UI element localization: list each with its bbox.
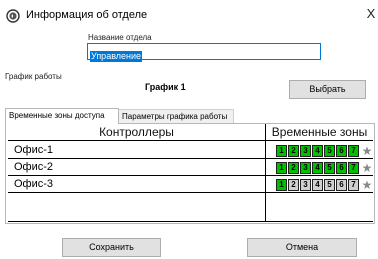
time-zone-toggle[interactable]: 7 [348, 161, 359, 174]
time-zone-toggle[interactable]: 2 [288, 161, 299, 174]
time-zone-toggle[interactable]: 1 [276, 144, 287, 157]
time-zone-toggle[interactable]: 6 [336, 161, 347, 174]
schedule-name: График 1 [145, 82, 186, 92]
time-zone-toggle[interactable]: 7 [348, 178, 359, 191]
controller-name: Офис-2 [14, 161, 54, 173]
table-row[interactable]: Офис-2 1 2 3 4 5 6 7 ★ [8, 159, 373, 176]
controllers-column-header: Контроллеры [99, 125, 174, 139]
star-icon[interactable]: ★ [361, 162, 373, 174]
department-name-label: Название отдела [88, 33, 152, 42]
choose-schedule-button[interactable]: Выбрать [289, 80, 366, 99]
time-zone-toggles: 1 2 3 4 5 6 7 ★ [276, 144, 373, 157]
controller-name: Офис-3 [14, 178, 54, 190]
table-row[interactable]: Офис-1 1 2 3 4 5 6 7 ★ [8, 142, 373, 159]
star-icon[interactable]: ★ [361, 145, 373, 157]
time-zone-toggle[interactable]: 6 [336, 144, 347, 157]
window-title: Информация об отделе [26, 9, 148, 21]
time-zone-toggle[interactable]: 3 [300, 161, 311, 174]
time-zone-toggle[interactable]: 4 [312, 161, 323, 174]
time-zone-toggle[interactable]: 6 [336, 178, 347, 191]
cancel-button[interactable]: Отмена [247, 238, 357, 257]
tab-schedule-parameters[interactable]: Параметры графика работы [118, 109, 234, 123]
empty-table-row [8, 193, 373, 222]
department-name-value: Управление [90, 51, 143, 62]
info-circle-icon [6, 9, 20, 23]
time-zone-toggle[interactable]: 4 [312, 178, 323, 191]
time-zone-toggle[interactable]: 2 [288, 144, 299, 157]
time-zone-toggle[interactable]: 4 [312, 144, 323, 157]
time-zone-toggle[interactable]: 2 [288, 178, 299, 191]
save-button[interactable]: Сохранить [62, 238, 161, 257]
title-bar: Информация об отделе X [0, 0, 378, 30]
time-zone-toggle[interactable]: 3 [300, 178, 311, 191]
tab-access-time-zones[interactable]: Временные зоны доступа [5, 108, 119, 124]
time-zone-toggles: 1 2 3 4 5 6 7 ★ [276, 178, 373, 191]
time-zone-toggle[interactable]: 5 [324, 144, 335, 157]
department-name-field[interactable]: Управление [87, 43, 321, 62]
time-zones-column-header: Временные зоны [271, 125, 368, 139]
time-zone-toggle[interactable]: 1 [276, 178, 287, 191]
schedule-label: График работы [5, 72, 62, 81]
time-zone-toggles: 1 2 3 4 5 6 7 ★ [276, 161, 373, 174]
time-zone-toggle[interactable]: 5 [324, 161, 335, 174]
star-icon[interactable]: ★ [361, 179, 373, 191]
time-zone-toggle[interactable]: 5 [324, 178, 335, 191]
time-zone-toggle[interactable]: 1 [276, 161, 287, 174]
table-row[interactable]: Офис-3 1 2 3 4 5 6 7 ★ [8, 176, 373, 193]
controller-name: Офис-1 [14, 144, 54, 156]
time-zone-toggle[interactable]: 3 [300, 144, 311, 157]
close-button[interactable]: X [364, 6, 378, 22]
time-zone-toggle[interactable]: 7 [348, 144, 359, 157]
table-header: Контроллеры Временные зоны [8, 124, 373, 141]
